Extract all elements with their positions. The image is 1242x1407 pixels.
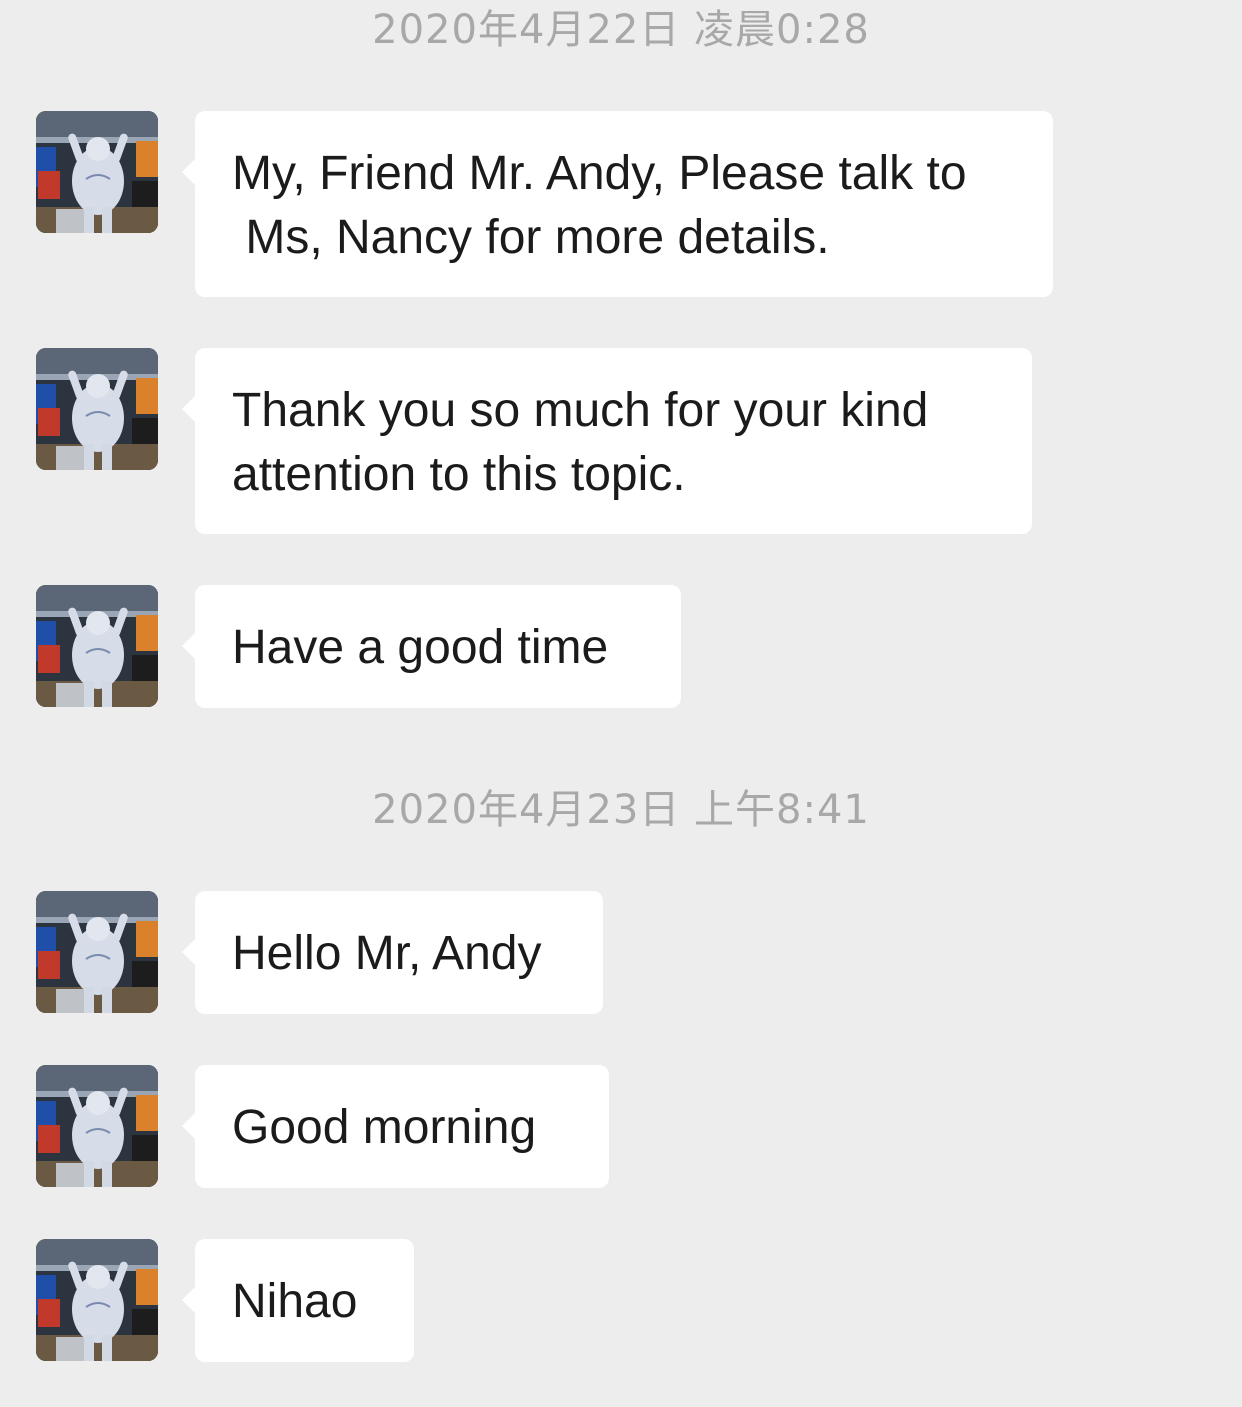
avatar[interactable]	[36, 348, 158, 470]
timestamp: 2020年4月22日 凌晨0:28	[372, 7, 870, 53]
message-bubble[interactable]: Hello Mr, Andy	[182, 891, 603, 1014]
avatar[interactable]	[36, 891, 158, 1013]
message-bubble[interactable]: Have a good time	[182, 585, 681, 708]
avatar[interactable]	[36, 111, 158, 233]
message-bubble[interactable]: Good morning	[182, 1065, 609, 1188]
avatar[interactable]	[36, 585, 158, 707]
avatar[interactable]	[36, 1065, 158, 1187]
message-bubble[interactable]: My, Friend Mr. Andy, Please talk to Ms, …	[182, 111, 1053, 297]
avatar[interactable]	[36, 1239, 158, 1361]
message-bubble[interactable]: Nihao	[182, 1239, 414, 1362]
message-bubble[interactable]: Thank you so much for your kind attentio…	[182, 348, 1032, 534]
timestamp: 2020年4月23日 上午8:41	[372, 787, 870, 833]
